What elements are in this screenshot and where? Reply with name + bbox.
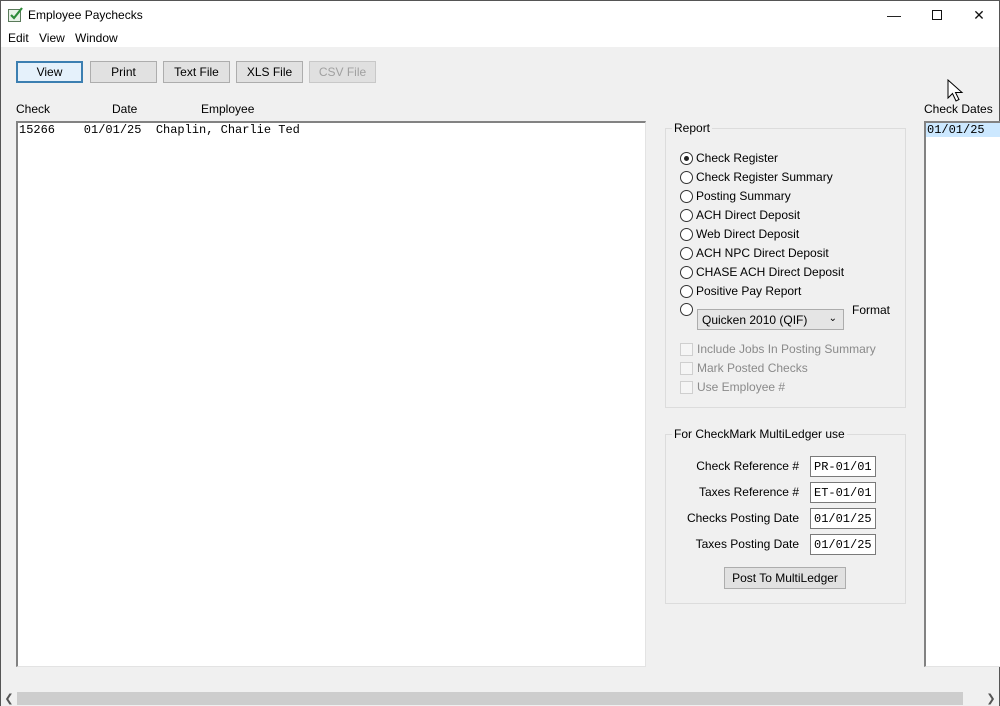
minimize-icon: — <box>887 7 901 23</box>
radio-check-register[interactable]: Check Register <box>680 150 778 166</box>
chevron-down-icon: ⌄ <box>828 313 837 324</box>
checks-posting-date-label: Checks Posting Date <box>686 511 799 525</box>
format-select-value: Quicken 2010 (QIF) <box>702 313 808 327</box>
post-to-multiledger-button[interactable]: Post To MultiLedger <box>724 567 846 589</box>
radio-label: Positive Pay Report <box>696 284 802 298</box>
radio-label: Posting Summary <box>696 189 791 203</box>
taxes-reference-field[interactable]: ET-01/01 <box>810 482 876 503</box>
menu-edit[interactable]: Edit <box>8 31 29 45</box>
menu-window[interactable]: Window <box>75 31 118 45</box>
taxes-posting-date-label: Taxes Posting Date <box>695 537 799 551</box>
checkbox-icon <box>680 361 693 375</box>
radio-positive-pay-report[interactable]: Positive Pay Report <box>680 283 801 299</box>
print-button[interactable]: Print <box>90 61 157 83</box>
checkbox-icon <box>680 342 693 356</box>
radio-icon <box>680 302 693 316</box>
radio-icon <box>680 170 693 184</box>
radio-icon <box>680 189 693 203</box>
text-file-button[interactable]: Text File <box>163 61 230 83</box>
maximize-icon <box>932 10 942 20</box>
checkbox-include-jobs: Include Jobs In Posting Summary <box>680 341 876 357</box>
radio-label: CHASE ACH Direct Deposit <box>696 265 845 279</box>
minimize-button[interactable]: — <box>873 1 915 29</box>
taxes-reference-label: Taxes Reference # <box>698 485 799 499</box>
radio-ach-direct-deposit[interactable]: ACH Direct Deposit <box>680 207 800 223</box>
close-icon: ✕ <box>973 6 985 23</box>
radio-label: Check Register <box>696 151 779 165</box>
radio-label: Web Direct Deposit <box>696 227 800 241</box>
report-group-title: Report <box>672 121 713 135</box>
taxes-posting-date-field[interactable]: 01/01/25 <box>810 534 876 555</box>
radio-check-register-summary[interactable]: Check Register Summary <box>680 169 833 185</box>
radio-icon <box>680 208 693 222</box>
checkbox-label: Include Jobs In Posting Summary <box>697 342 876 356</box>
radio-selected-icon <box>680 151 693 165</box>
radio-format-export[interactable] <box>680 301 696 317</box>
list-item[interactable]: 15266 01/01/25 Chaplin, Charlie Ted <box>18 123 645 137</box>
radio-icon <box>680 284 693 298</box>
check-date-item[interactable]: 01/01/25 <box>926 123 1000 137</box>
checkbox-label: Use Employee # <box>697 380 786 394</box>
window-title: Employee Paychecks <box>28 8 143 22</box>
radio-posting-summary[interactable]: Posting Summary <box>680 188 791 204</box>
close-button[interactable]: ✕ <box>958 1 1000 29</box>
radio-label: ACH Direct Deposit <box>696 208 801 222</box>
column-header-date: Date <box>112 102 138 116</box>
app-icon <box>8 7 23 22</box>
report-groupbox: Report Check Register Check Register Sum… <box>665 121 906 408</box>
format-label: Format <box>852 303 891 317</box>
menu-view[interactable]: View <box>39 31 65 45</box>
horizontal-scrollbar[interactable]: ❮ ❯ <box>1 690 999 706</box>
radio-icon <box>680 265 693 279</box>
title-bar: Employee Paychecks — ✕ <box>1 1 999 29</box>
radio-label: Check Register Summary <box>696 170 833 184</box>
multiledger-group-title: For CheckMark MultiLedger use <box>672 427 847 441</box>
checkbox-mark-posted-checks: Mark Posted Checks <box>680 360 808 376</box>
scroll-left-icon[interactable]: ❮ <box>1 690 17 706</box>
csv-file-button: CSV File <box>309 61 376 83</box>
radio-chase-ach-direct-deposit[interactable]: CHASE ACH Direct Deposit <box>680 264 844 280</box>
checks-posting-date-field[interactable]: 01/01/25 <box>810 508 876 529</box>
check-reference-field[interactable]: PR-01/01 <box>810 456 876 477</box>
format-select[interactable]: Quicken 2010 (QIF) ⌄ <box>697 309 844 330</box>
maximize-button[interactable] <box>916 1 958 29</box>
mouse-cursor-icon <box>947 79 964 102</box>
scroll-right-icon[interactable]: ❯ <box>983 690 999 706</box>
menu-bar: Edit View Window <box>1 29 999 47</box>
radio-ach-npc-direct-deposit[interactable]: ACH NPC Direct Deposit <box>680 245 829 261</box>
checkbox-use-employee-number: Use Employee # <box>680 379 785 395</box>
column-header-employee: Employee <box>201 102 255 116</box>
check-dates-listbox[interactable]: 01/01/25 <box>924 121 1000 667</box>
check-reference-label: Check Reference # <box>696 459 799 473</box>
radio-icon <box>680 227 693 241</box>
checkbox-icon <box>680 380 693 394</box>
checkbox-label: Mark Posted Checks <box>697 361 808 375</box>
radio-icon <box>680 246 693 260</box>
radio-web-direct-deposit[interactable]: Web Direct Deposit <box>680 226 799 242</box>
scrollbar-thumb[interactable] <box>17 692 963 705</box>
xls-file-button[interactable]: XLS File <box>236 61 303 83</box>
app-window: Employee Paychecks — ✕ Edit View Window … <box>0 0 1000 706</box>
multiledger-groupbox: For CheckMark MultiLedger use Check Refe… <box>665 427 906 604</box>
view-button[interactable]: View <box>16 61 83 83</box>
radio-label: ACH NPC Direct Deposit <box>696 246 829 260</box>
column-header-check: Check <box>16 102 51 116</box>
checks-listbox[interactable]: 15266 01/01/25 Chaplin, Charlie Ted <box>16 121 646 667</box>
